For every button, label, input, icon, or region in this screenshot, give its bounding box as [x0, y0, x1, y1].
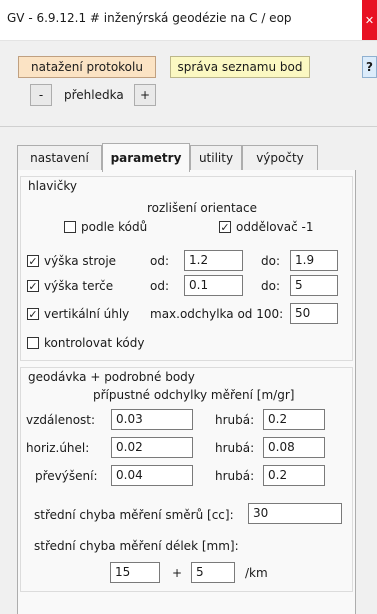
- overview-minus-button[interactable]: -: [30, 84, 52, 106]
- check-codes-checkbox[interactable]: [27, 337, 39, 349]
- direction-error-label: střední chyba měření směrů [cc]:: [34, 508, 234, 522]
- separator-check-icon: ✓: [220, 220, 230, 234]
- tab-parameters[interactable]: parametry: [102, 143, 190, 172]
- instrument-height-to-input[interactable]: 1.9: [290, 250, 338, 271]
- length-error-constant-input[interactable]: 15: [110, 562, 160, 583]
- height-difference-gross-label: hrubá:: [215, 469, 255, 483]
- height-difference-input[interactable]: 0.04: [111, 465, 193, 486]
- by-codes-label: podle kódů: [81, 220, 148, 234]
- target-height-checkbox[interactable]: ✓: [27, 280, 39, 292]
- length-error-label: střední chyba měření délek [mm]:: [34, 539, 239, 553]
- instrument-height-from-label: od:: [150, 254, 170, 268]
- distance-gross-input[interactable]: 0.2: [263, 409, 325, 430]
- max-deviation-input[interactable]: 50: [290, 303, 338, 324]
- max-deviation-label: max.odchylka od 100:: [150, 307, 284, 321]
- toolbar-separator: [0, 126, 377, 127]
- target-height-to-input[interactable]: 5: [290, 275, 338, 296]
- instrument-height-to-label: do:: [261, 254, 281, 268]
- distance-gross-label: hrubá:: [215, 413, 255, 427]
- distance-label: vzdálenost:: [26, 413, 96, 427]
- horizontal-angle-gross-input[interactable]: 0.08: [263, 437, 325, 458]
- close-button[interactable]: ✕: [362, 0, 377, 40]
- tab-calculations[interactable]: výpočty: [242, 145, 318, 170]
- point-list-button[interactable]: správa seznamu bod: [170, 56, 310, 78]
- horizontal-angle-label: horiz.úhel:: [26, 441, 90, 455]
- help-button[interactable]: ?: [362, 56, 377, 78]
- target-height-from-input[interactable]: 0.1: [184, 275, 243, 296]
- vertical-angles-checkbox[interactable]: ✓: [27, 308, 39, 320]
- orientation-title: rozlišení orientace: [147, 201, 258, 215]
- length-error-per-km-input[interactable]: 5: [191, 562, 235, 583]
- close-icon: ✕: [364, 13, 375, 27]
- tab-settings[interactable]: nastavení: [17, 145, 102, 170]
- direction-error-input[interactable]: 30: [248, 503, 342, 524]
- target-height-to-label: do:: [261, 279, 281, 293]
- tab-utility[interactable]: utility: [190, 145, 242, 170]
- vertical-angles-check-icon: ✓: [28, 307, 38, 321]
- instrument-height-from-input[interactable]: 1.2: [184, 250, 243, 271]
- overview-label: přehledka: [64, 88, 124, 102]
- separator-label: oddělovač -1: [236, 220, 314, 234]
- horizontal-angle-gross-label: hrubá:: [215, 441, 255, 455]
- separator-checkbox[interactable]: ✓: [219, 221, 231, 233]
- length-error-plus-label: +: [172, 566, 183, 580]
- horizontal-angle-input[interactable]: 0.02: [111, 437, 193, 458]
- headers-group-title: hlavičky: [28, 179, 77, 193]
- instrument-height-check-icon: ✓: [28, 254, 38, 268]
- overview-plus-button[interactable]: +: [134, 84, 156, 106]
- instrument-height-label: výška stroje: [44, 254, 117, 268]
- check-codes-label: kontrolovat kódy: [44, 336, 145, 350]
- window-title: GV - 6.9.12.1 # inženýrská geodézie na C…: [7, 11, 292, 25]
- length-error-unit-label: /km: [245, 566, 268, 580]
- distance-input[interactable]: 0.03: [111, 409, 193, 430]
- height-difference-label: převýšení:: [35, 469, 98, 483]
- target-height-label: výška terče: [44, 279, 114, 293]
- load-protocol-button[interactable]: natažení protokolu: [18, 56, 156, 78]
- by-codes-checkbox[interactable]: [64, 221, 76, 233]
- target-height-from-label: od:: [150, 279, 170, 293]
- surveying-group-title: geodávka + podrobné body: [28, 370, 195, 384]
- tolerances-subtitle: přípustné odchylky měření [m/gr]: [93, 388, 295, 402]
- height-difference-gross-input[interactable]: 0.2: [263, 465, 325, 486]
- vertical-angles-label: vertikální úhly: [44, 307, 130, 321]
- instrument-height-checkbox[interactable]: ✓: [27, 255, 39, 267]
- target-height-check-icon: ✓: [28, 279, 38, 293]
